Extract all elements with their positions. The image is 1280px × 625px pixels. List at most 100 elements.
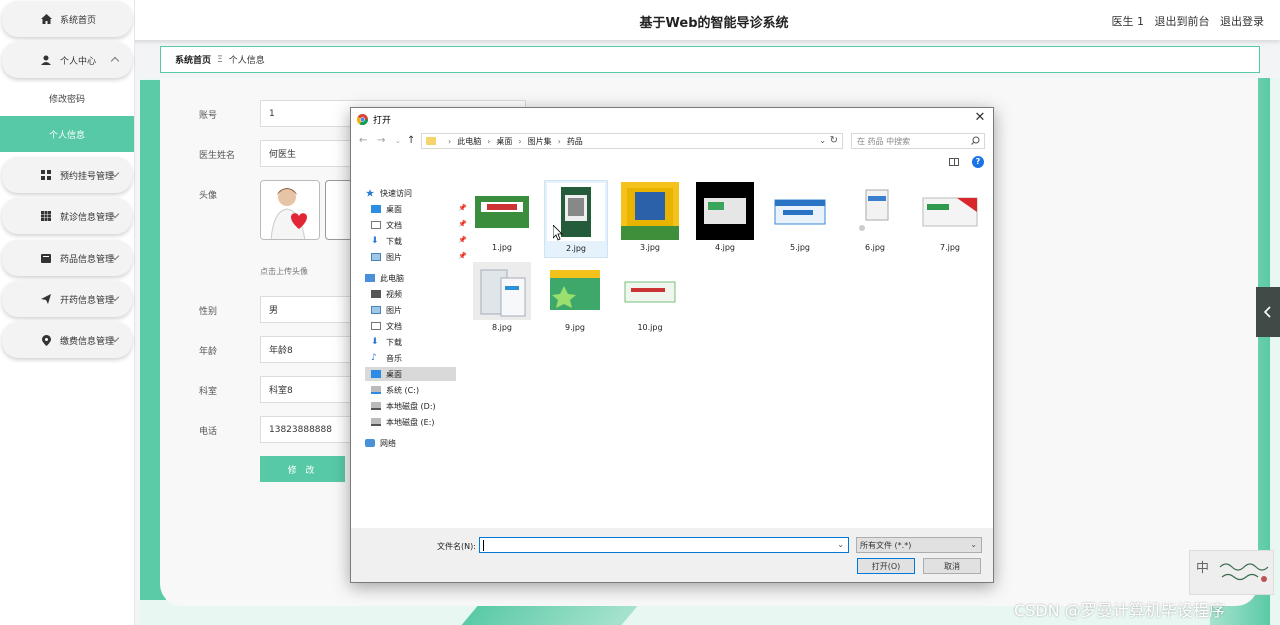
sidebar-item-visits[interactable]: 就诊信息管理 xyxy=(2,198,132,234)
tree-network[interactable]: 网络 xyxy=(365,436,463,450)
file-item[interactable]: 5.jpg xyxy=(769,180,833,258)
file-item[interactable]: 2.jpg xyxy=(544,180,608,258)
file-open-dialog: 打开 ✕ ← → ⌄ ↑ › 此电脑 › 桌面 › 图片集 › 药品 ⌄ ↻ 在… xyxy=(350,107,994,583)
dialog-footer: 文件名(N): ⌄ 所有文件 (*.*) ⌄ 打开(O) 取消 xyxy=(351,528,993,582)
address-bar[interactable]: › 此电脑 › 桌面 › 图片集 › 药品 ⌄ ↻ xyxy=(421,133,843,149)
tree-pc-videos[interactable]: 视频 xyxy=(371,287,469,301)
sidebar-item-label: 个人中心 xyxy=(60,56,97,67)
sidebar-item-label: 就诊信息管理 xyxy=(60,212,115,223)
phone-label: 电话 xyxy=(199,427,218,437)
history-dropdown-icon[interactable]: ⌄ xyxy=(395,137,401,145)
tree-pc-downloads[interactable]: ⬇ 下载 xyxy=(371,335,469,349)
account-label: 账号 xyxy=(199,111,218,121)
filename-input[interactable]: ⌄ xyxy=(479,537,849,553)
user-label: 医生 1 xyxy=(1111,15,1145,28)
file-item[interactable]: 6.jpg xyxy=(844,180,908,258)
file-thumbnail xyxy=(921,182,979,240)
back-arrow-icon[interactable]: ← xyxy=(359,135,367,146)
address-segment-desktop[interactable]: 桌面 xyxy=(496,136,512,147)
breadcrumb-home[interactable]: 系统首页 xyxy=(175,53,211,66)
file-item[interactable]: 10.jpg xyxy=(619,260,683,338)
submenu-change-password[interactable]: 修改密码 xyxy=(0,80,134,116)
tree-label: 本地磁盘 (E:) xyxy=(386,417,435,427)
tree-label: 下载 xyxy=(386,236,402,246)
pin-icon: 📌 xyxy=(458,204,467,212)
sidebar-item-appointment[interactable]: 预约挂号管理 xyxy=(2,157,132,193)
address-segment-pictures[interactable]: 图片集 xyxy=(528,136,552,147)
send-icon xyxy=(40,293,52,305)
sidebar-item-medicine[interactable]: 药品信息管理 xyxy=(2,240,132,276)
filetype-select[interactable]: 所有文件 (*.*) ⌄ xyxy=(856,537,982,553)
search-icon[interactable] xyxy=(971,136,980,145)
tree-drive-c[interactable]: 系统 (C:) xyxy=(371,383,469,397)
file-item[interactable]: 3.jpg xyxy=(619,180,683,258)
sidebar: 系统首页 个人中心 修改密码 个人信息 预约挂号管理 就诊信息管理 药品信息管理 xyxy=(0,0,135,625)
submit-button[interactable]: 修 改 xyxy=(260,456,345,482)
help-icon[interactable]: ? xyxy=(972,156,984,168)
address-segment-medicine[interactable]: 药品 xyxy=(567,136,583,147)
text-caret xyxy=(483,540,484,551)
tree-quick-access[interactable]: 快速访问 xyxy=(365,186,463,200)
document-icon xyxy=(371,322,381,330)
tree-pc-pictures[interactable]: 图片 xyxy=(371,303,469,317)
back-to-front-link[interactable]: 退出到前台 xyxy=(1155,15,1210,28)
avatar[interactable] xyxy=(260,180,320,240)
close-icon[interactable]: ✕ xyxy=(973,111,987,125)
tree-quick-pictures[interactable]: 图片 📌 xyxy=(371,250,469,264)
tree-label: 文档 xyxy=(386,220,402,230)
tree-label: 音乐 xyxy=(386,353,402,363)
download-icon: ⬇ xyxy=(371,337,379,347)
tree-quick-downloads[interactable]: ⬇ 下载 📌 xyxy=(371,234,469,248)
tree-label: 视频 xyxy=(386,289,402,299)
open-button[interactable]: 打开(O) xyxy=(857,558,915,574)
file-item[interactable]: 1.jpg xyxy=(471,180,535,258)
download-icon: ⬇ xyxy=(371,236,379,246)
file-item[interactable]: 4.jpg xyxy=(694,180,758,258)
file-name: 4.jpg xyxy=(714,243,735,252)
side-panel-toggle[interactable] xyxy=(1256,287,1280,337)
cancel-button[interactable]: 取消 xyxy=(923,558,981,574)
refresh-icon[interactable]: ↻ xyxy=(830,135,838,146)
sidebar-item-payment[interactable]: 缴费信息管理 xyxy=(2,322,132,358)
sidebar-item-label: 系统首页 xyxy=(60,15,97,26)
tree-drive-d[interactable]: 本地磁盘 (D:) xyxy=(371,399,469,413)
submenu-personal-info[interactable]: 个人信息 xyxy=(0,116,134,152)
user-icon xyxy=(40,54,52,66)
search-input[interactable]: 在 药品 中搜索 xyxy=(851,133,985,149)
file-item[interactable]: 8.jpg xyxy=(471,260,535,338)
file-name: 9.jpg xyxy=(564,323,585,332)
chevron-down-icon[interactable]: ⌄ xyxy=(837,540,844,549)
breadcrumb: 系统首页 Ξ 个人信息 xyxy=(160,46,1260,73)
tree-pc-music[interactable]: ♪ 音乐 xyxy=(371,351,469,365)
top-header: 基于Web的智能导诊系统 医生 1 退出到前台 退出登录 xyxy=(0,0,1280,40)
tree-pc-documents[interactable]: 文档 xyxy=(371,319,469,333)
drive-icon xyxy=(371,418,381,426)
tree-pc-desktop[interactable]: 桌面 xyxy=(365,367,456,381)
tree-quick-desktop[interactable]: 桌面 📌 xyxy=(371,202,469,216)
tree-quick-documents[interactable]: 文档 📌 xyxy=(371,218,469,232)
dialog-navbar: ← → ⌄ ↑ › 此电脑 › 桌面 › 图片集 › 药品 ⌄ ↻ 在 药品 中… xyxy=(351,130,993,152)
tree-label: 图片 xyxy=(386,305,402,315)
file-thumbnail xyxy=(846,182,904,240)
document-icon xyxy=(371,221,381,229)
sidebar-item-personal-center[interactable]: 个人中心 xyxy=(2,42,132,78)
up-arrow-icon[interactable]: ↑ xyxy=(407,135,415,146)
view-pane-icon[interactable] xyxy=(949,158,959,166)
sidebar-item-home[interactable]: 系统首页 xyxy=(2,1,132,37)
upload-hint: 点击上传头像 xyxy=(260,267,308,276)
file-item[interactable]: 9.jpg xyxy=(544,260,608,338)
tree-this-pc[interactable]: 此电脑 xyxy=(365,271,463,285)
ime-indicator[interactable]: 中 xyxy=(1189,550,1274,595)
decor-stripe-bottom xyxy=(461,605,639,625)
file-item[interactable]: 7.jpg xyxy=(919,180,983,258)
logout-link[interactable]: 退出登录 xyxy=(1220,15,1264,28)
drive-icon xyxy=(371,386,381,394)
tree-drive-e[interactable]: 本地磁盘 (E:) xyxy=(371,415,469,429)
file-name: 2.jpg xyxy=(565,244,586,253)
mouse-cursor-icon xyxy=(553,225,563,241)
sidebar-item-prescription[interactable]: 开药信息管理 xyxy=(2,281,132,317)
dialog-titlebar: 打开 ✕ xyxy=(351,108,993,130)
chevron-down-icon[interactable]: ⌄ xyxy=(819,136,826,145)
forward-arrow-icon[interactable]: → xyxy=(377,135,385,146)
address-segment-pc[interactable]: 此电脑 xyxy=(457,136,481,147)
